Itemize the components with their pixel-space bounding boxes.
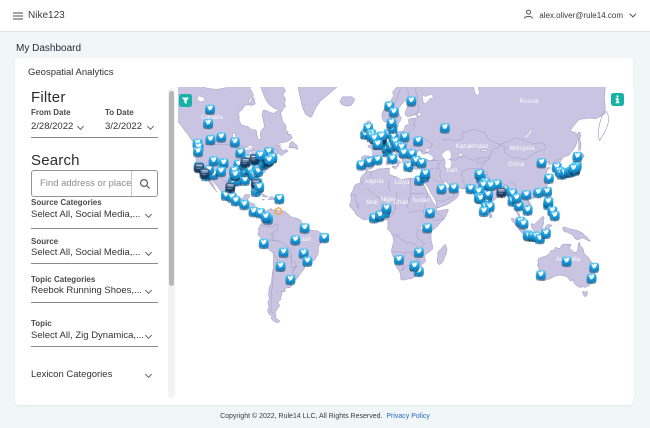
svg-text:Kazakhstan: Kazakhstan	[456, 143, 489, 150]
svg-text:Iran: Iran	[447, 167, 458, 174]
svg-text:Mali: Mali	[366, 199, 377, 206]
svg-text:Algeria: Algeria	[364, 178, 384, 185]
svg-text:Russia: Russia	[520, 98, 539, 105]
svg-text:Libya: Libya	[395, 179, 410, 186]
svg-text:Chad: Chad	[394, 199, 409, 206]
svg-text:Mongolia: Mongolia	[509, 145, 535, 152]
svg-text:Sudan: Sudan	[412, 197, 430, 204]
svg-text:China: China	[508, 161, 525, 168]
